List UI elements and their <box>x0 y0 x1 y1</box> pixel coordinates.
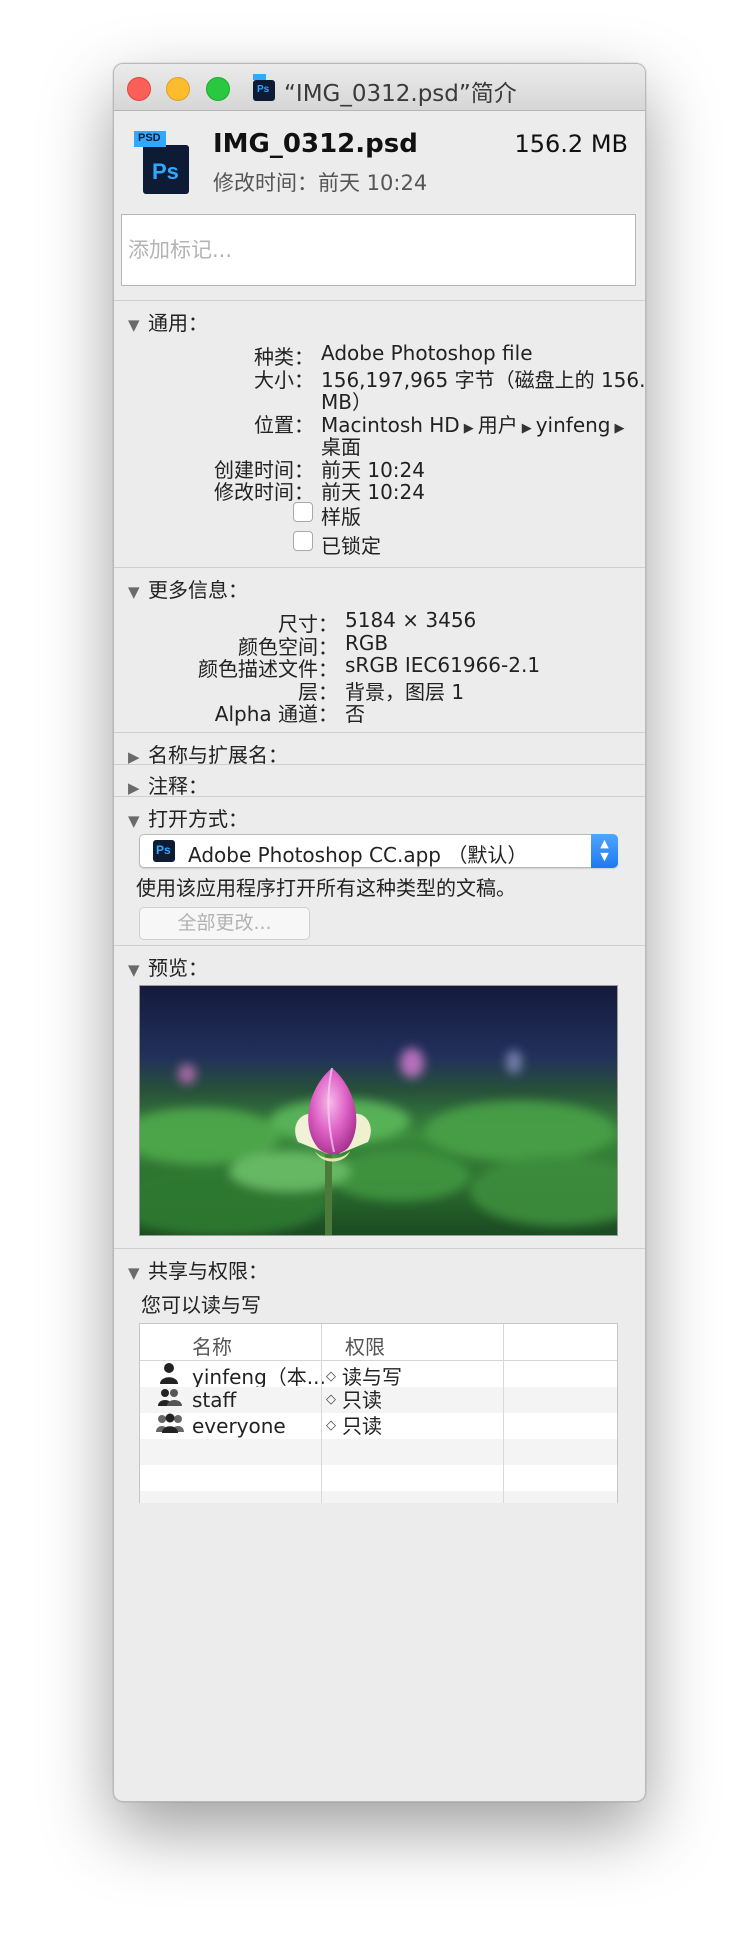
popup-arrows-icon: ▲ ▼ <box>591 834 618 868</box>
section-divider <box>114 732 645 733</box>
column-divider[interactable] <box>321 1324 322 1503</box>
path-item[interactable]: 用户 <box>478 413 518 437</box>
section-title: 打开方式： <box>148 807 248 831</box>
file-name: IMG_0312.psd <box>213 129 418 159</box>
stepper-icon[interactable]: ◇ <box>326 1413 336 1439</box>
photoshop-app-icon: Ps <box>153 840 175 862</box>
alpha-value: 否 <box>345 702 365 726</box>
section-divider <box>114 567 645 568</box>
disclosure-triangle-expanded-icon[interactable]: ▼ <box>128 583 148 601</box>
section-more-info-header[interactable]: ▼ 更多信息： <box>128 574 248 603</box>
minimize-button[interactable] <box>166 77 190 101</box>
change-all-button[interactable]: 全部更改... <box>139 907 310 940</box>
location-path: Macintosh HD ▶ 用户 ▶ yinfeng ▶ <box>321 409 629 438</box>
disclosure-triangle-expanded-icon[interactable]: ▼ <box>128 1264 148 1282</box>
lotus-preview-image <box>140 986 617 1235</box>
modified-label: 修改时间： <box>214 480 314 504</box>
section-comments-header[interactable]: ▶ 注释： <box>128 770 208 799</box>
permissions-table: 名称 权限 yinfeng（本... ◇ 读与写 staff ◇ 只读 ever… <box>139 1323 618 1503</box>
table-row[interactable]: staff ◇ 只读 <box>140 1387 617 1413</box>
path-arrow-icon: ▶ <box>521 421 532 436</box>
color-space-value: RGB <box>345 631 389 655</box>
open-with-popup[interactable]: Ps Adobe Photoshop CC.app （默认） ▲ ▼ <box>139 834 618 868</box>
section-preview-header[interactable]: ▼ 预览： <box>128 952 208 981</box>
section-title: 更多信息： <box>148 578 248 602</box>
section-open-with-header[interactable]: ▼ 打开方式： <box>128 803 248 832</box>
empty-row <box>140 1439 617 1465</box>
disclosure-triangle-collapsed-icon[interactable]: ▶ <box>128 779 148 797</box>
permission-value[interactable]: 只读 <box>342 1387 382 1413</box>
permission-value[interactable]: 只读 <box>342 1413 382 1439</box>
section-divider <box>114 945 645 946</box>
section-divider <box>114 300 645 301</box>
section-general-header[interactable]: ▼ 通用： <box>128 307 208 336</box>
file-size: 156.2 MB <box>514 130 628 158</box>
modified-date: 修改时间：前天 10:24 <box>213 171 428 195</box>
title-bar[interactable]: Ps “IMG_0312.psd”简介 <box>114 64 645 111</box>
size-label: 大小： <box>254 368 314 392</box>
section-divider <box>114 796 645 797</box>
open-with-app-label: Adobe Photoshop CC.app （默认） <box>188 843 528 867</box>
section-divider <box>114 764 645 765</box>
section-title: 共享与权限： <box>148 1259 268 1283</box>
disclosure-triangle-expanded-icon[interactable]: ▼ <box>128 812 148 830</box>
section-divider <box>114 1248 645 1249</box>
close-button[interactable] <box>127 77 151 101</box>
stationery-label: 样版 <box>321 505 361 529</box>
tags-input[interactable] <box>121 214 636 286</box>
user-name: staff <box>192 1388 237 1412</box>
path-item[interactable]: yinfeng <box>536 413 611 437</box>
section-sharing-header[interactable]: ▼ 共享与权限： <box>128 1255 268 1284</box>
info-window: Ps “IMG_0312.psd”简介 PSD Ps IMG_0312.psd … <box>113 63 646 1802</box>
section-title: 预览： <box>148 956 208 980</box>
disclosure-triangle-expanded-icon[interactable]: ▼ <box>128 316 148 334</box>
where-label: 位置： <box>254 413 314 437</box>
window-title: “IMG_0312.psd”简介 <box>284 81 517 107</box>
kind-value: Adobe Photoshop file <box>321 341 533 365</box>
permissions-summary: 您可以读与写 <box>141 1293 261 1317</box>
section-title: 注释： <box>148 774 208 798</box>
empty-row <box>140 1491 617 1503</box>
locked-label: 已锁定 <box>321 534 381 558</box>
group-icon <box>158 1387 182 1413</box>
locked-checkbox[interactable] <box>293 531 313 551</box>
dimensions-value: 5184 × 3456 <box>345 608 477 632</box>
path-arrow-icon: ▶ <box>614 421 625 436</box>
table-row[interactable]: everyone ◇ 只读 <box>140 1413 617 1439</box>
column-divider[interactable] <box>503 1324 504 1503</box>
alpha-label: Alpha 通道： <box>214 702 338 726</box>
zoom-button[interactable] <box>206 77 230 101</box>
open-with-description: 使用该应用程序打开所有这种类型的文稿。 <box>136 876 516 900</box>
photoshop-file-icon: Ps <box>253 74 277 101</box>
preview-image <box>139 985 618 1236</box>
stationery-checkbox[interactable] <box>293 502 313 522</box>
path-arrow-icon: ▶ <box>463 421 474 436</box>
everyone-group-icon <box>156 1413 184 1439</box>
stepper-icon[interactable]: ◇ <box>326 1387 336 1413</box>
disclosure-triangle-expanded-icon[interactable]: ▼ <box>128 961 148 979</box>
user-name: everyone <box>192 1414 286 1438</box>
section-title: 通用： <box>148 311 208 335</box>
color-profile-value: sRGB IEC61966-2.1 <box>345 653 541 677</box>
photoshop-file-icon: PSD Ps <box>134 131 196 195</box>
